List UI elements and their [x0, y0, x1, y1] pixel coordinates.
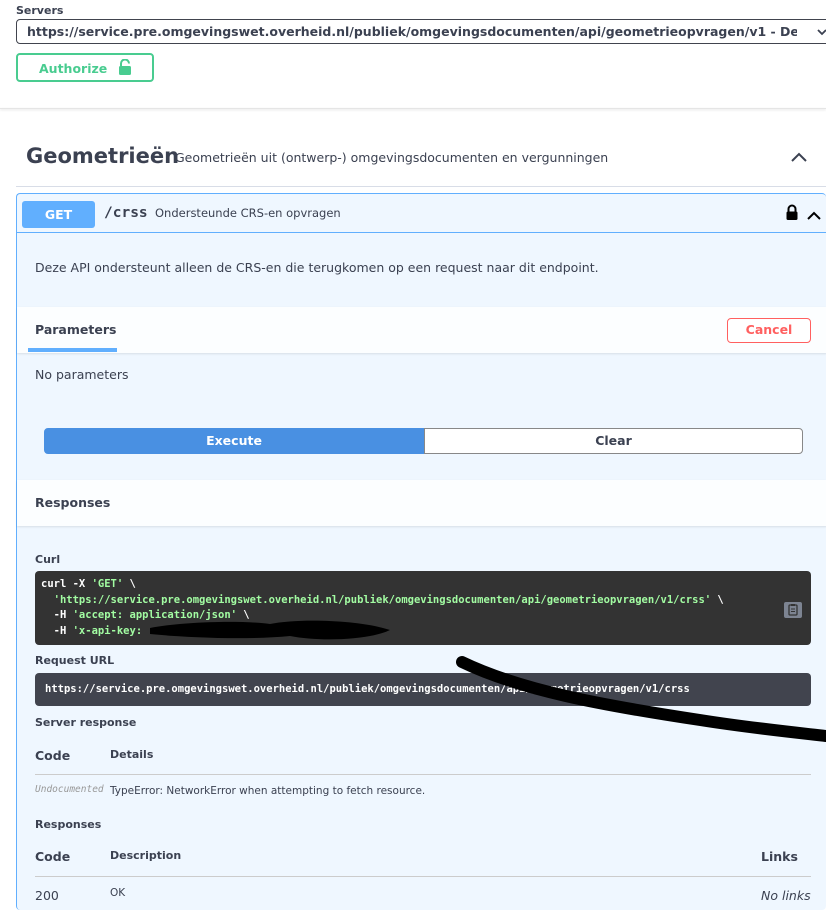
server-response-label: Server response: [35, 716, 137, 729]
operation-summary: Ondersteunde CRS-en opvragen: [155, 206, 341, 220]
no-parameters-text: No parameters: [35, 367, 129, 382]
opblock-get-crss: GET /crss Ondersteunde CRS-en opvragen D…: [16, 193, 826, 910]
chevron-up-icon[interactable]: [806, 206, 822, 225]
request-url-label: Request URL: [35, 654, 115, 667]
operation-description: Deze API ondersteunt alleen de CRS-en di…: [35, 260, 599, 275]
authorize-button[interactable]: Authorize: [16, 53, 154, 82]
responses-title: Responses: [35, 495, 111, 510]
curl-text: \: [236, 609, 250, 621]
curl-string: 'x-api-key:: [72, 624, 143, 637]
curl-text: \: [711, 593, 724, 606]
lock-icon[interactable]: [785, 204, 799, 225]
column-header-code: Code: [35, 849, 71, 864]
response-description: OK: [110, 887, 126, 899]
tab-active-indicator: [28, 348, 117, 352]
curl-text: \: [123, 578, 136, 590]
authorize-label: Authorize: [39, 61, 108, 76]
tag-divider: [16, 186, 826, 187]
curl-code-block[interactable]: curl -X 'GET' \ 'https://service.pre.omg…: [35, 571, 811, 645]
method-badge: GET: [22, 201, 95, 228]
tab-parameters[interactable]: Parameters: [35, 322, 116, 337]
tag-description: Geometrieën uit (ontwerp-) omgevingsdocu…: [175, 150, 609, 165]
scheme-container-divider: [0, 108, 826, 109]
undocumented-status: Undocumented: [35, 784, 104, 795]
curl-text: -H: [41, 624, 73, 637]
server-select-value: https://service.pre.omgevingswet.overhei…: [27, 24, 797, 39]
curl-string: 'https://service.pre.omgevingswet.overhe…: [41, 593, 712, 606]
tag-title[interactable]: Geometrieën: [26, 144, 179, 168]
chevron-up-icon[interactable]: [790, 148, 808, 167]
curl-string: 'GET': [91, 578, 124, 590]
cancel-button[interactable]: Cancel: [727, 318, 811, 343]
responses-label: Responses: [35, 818, 102, 831]
table-divider: [35, 774, 811, 775]
response-links: No links: [761, 888, 811, 903]
request-url-block[interactable]: https://service.pre.omgevingswet.overhei…: [35, 673, 811, 706]
unlocked-icon: [118, 58, 132, 79]
execute-button[interactable]: Execute: [44, 428, 424, 454]
server-select[interactable]: https://service.pre.omgevingswet.overhei…: [16, 19, 826, 44]
column-header-description: Description: [110, 849, 182, 862]
column-header-links: Links: [761, 849, 798, 864]
execute-wrapper: Execute Clear: [44, 428, 803, 454]
column-header-details: Details: [110, 748, 154, 761]
curl-label: Curl: [35, 553, 61, 566]
table-divider: [35, 876, 811, 877]
curl-text: curl -X: [41, 578, 92, 590]
error-message: TypeError: NetworkError when attempting …: [110, 785, 426, 797]
opblock-summary[interactable]: GET /crss Ondersteunde CRS-en opvragen: [17, 194, 826, 233]
parameters-header: Parameters Cancel: [17, 307, 826, 353]
column-header-code: Code: [35, 748, 71, 763]
curl-string: 'accept: application/json': [72, 609, 237, 621]
endpoint-path: /crss: [104, 205, 148, 221]
curl-text: -H: [41, 609, 73, 621]
copy-to-clipboard-icon[interactable]: [746, 587, 802, 640]
chevron-down-icon: [817, 25, 826, 39]
clear-button[interactable]: Clear: [424, 428, 803, 454]
response-code: 200: [35, 888, 59, 903]
servers-label: Servers: [16, 4, 64, 17]
responses-header: Responses: [17, 480, 826, 526]
